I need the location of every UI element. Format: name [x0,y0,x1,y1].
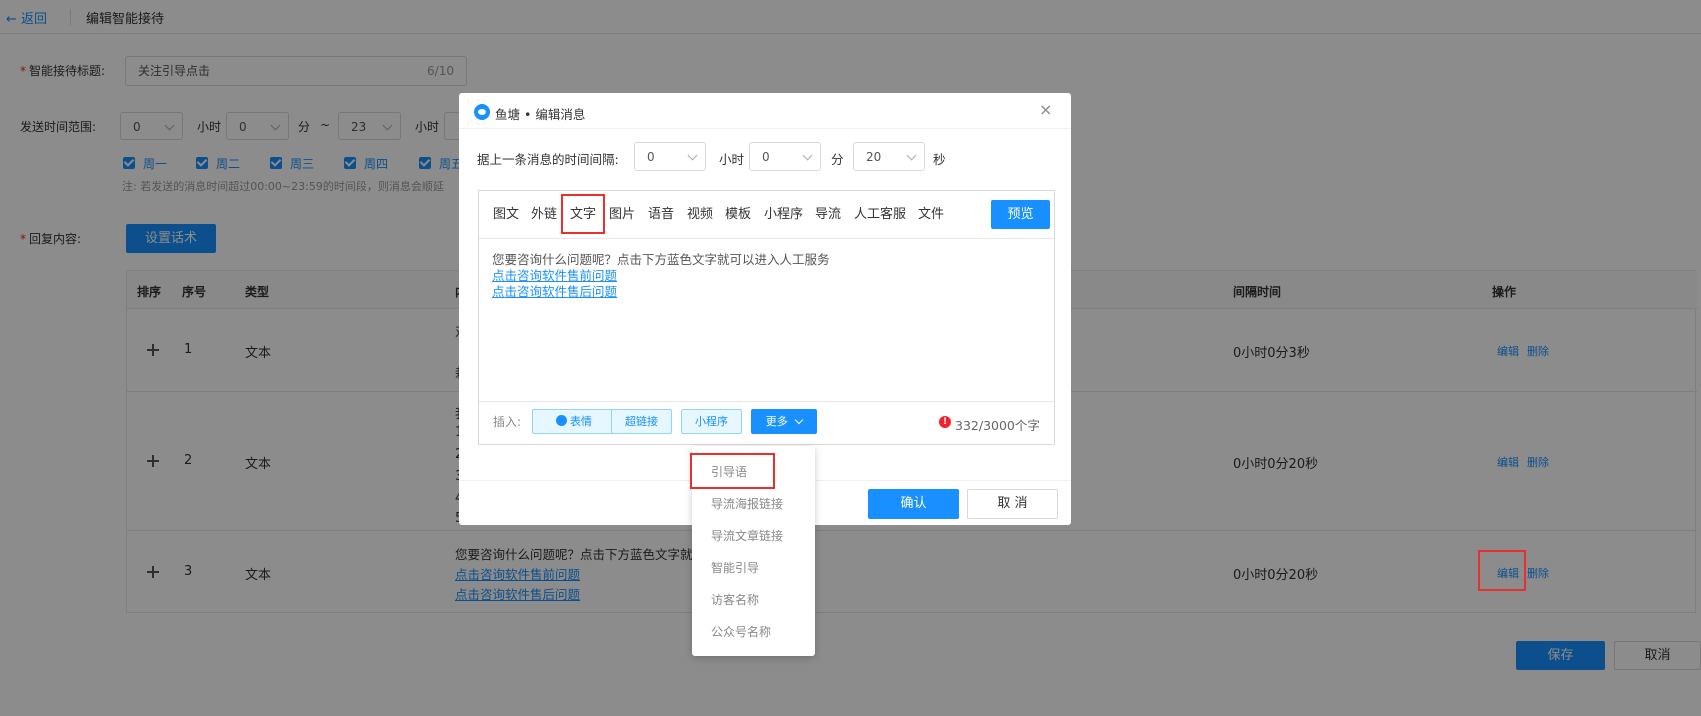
interval-hour-select[interactable]: 0 [634,142,706,171]
tab-mini-program[interactable]: 小程序 [764,203,803,222]
tab-template[interactable]: 模板 [725,203,751,222]
menu-item-smart-guide[interactable]: 智能引导 [711,559,759,576]
divider [479,401,1054,402]
preview-button[interactable]: 预览 [991,200,1050,229]
dialog-title: 鱼塘 • 编辑消息 [495,107,586,122]
menu-item-article-link[interactable]: 导流文章链接 [711,527,783,544]
warning-icon: ! [939,416,951,428]
interval-second-select[interactable]: 20 [853,142,925,171]
chevron-down-icon [795,415,804,425]
unit-hour: 小时 [719,152,745,167]
interval-label: 据上一条消息的时间间隔: [477,152,619,167]
interval-minute-select[interactable]: 0 [749,142,821,171]
smile-icon [556,415,567,426]
divider [479,238,1054,239]
char-counter: 332/3000个字 [955,418,1040,433]
tab-image[interactable]: 图片 [609,203,635,222]
tab-external-link[interactable]: 外链 [531,203,557,222]
menu-item-poster-link[interactable]: 导流海报链接 [711,495,783,512]
unit-second: 秒 [933,152,946,167]
menu-item-visitor-name[interactable]: 访客名称 [711,591,759,608]
highlight-box [690,453,775,489]
insert-emoji-button[interactable]: 表情 [532,409,616,434]
tab-graphic[interactable]: 图文 [493,203,519,222]
confirm-button[interactable]: 确认 [868,489,959,519]
tab-traffic[interactable]: 导流 [815,203,841,222]
editor-link[interactable]: 点击咨询软件售后问题 [492,281,617,300]
close-icon[interactable]: × [1039,100,1052,119]
tab-video[interactable]: 视频 [687,203,713,222]
highlight-box [1478,550,1526,591]
menu-item-account-name[interactable]: 公众号名称 [711,623,771,640]
unit-minute: 分 [831,152,844,167]
insert-hyperlink-button[interactable]: 超链接 [611,409,672,434]
more-button[interactable]: 更多 [751,409,817,434]
tab-file[interactable]: 文件 [918,203,944,222]
tab-customer-service[interactable]: 人工客服 [854,203,906,222]
fish-pond-logo-icon [474,104,490,120]
dialog-header: 鱼塘 • 编辑消息 × [459,93,1071,129]
insert-label: 插入: [493,415,522,429]
highlight-box [561,194,605,234]
dialog-cancel-button[interactable]: 取 消 [967,489,1058,519]
insert-mini-program-button[interactable]: 小程序 [681,409,742,434]
tab-voice[interactable]: 语音 [648,203,674,222]
